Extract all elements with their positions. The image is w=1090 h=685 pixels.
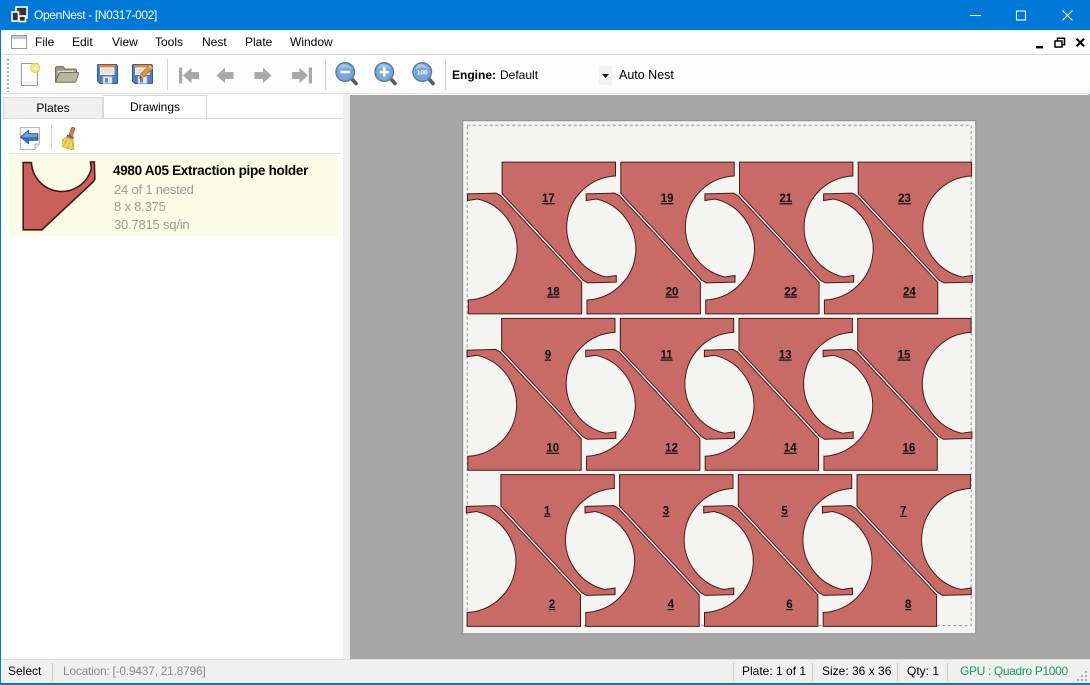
svg-text:3: 3 (662, 505, 668, 517)
svg-text:15: 15 (897, 349, 910, 361)
svg-text:7: 7 (900, 505, 906, 517)
svg-text:16: 16 (902, 442, 915, 454)
svg-text:6: 6 (786, 599, 792, 611)
svg-text:17: 17 (542, 193, 555, 205)
svg-text:22: 22 (784, 286, 797, 298)
svg-text:23: 23 (898, 193, 911, 205)
svg-text:14: 14 (783, 442, 796, 454)
svg-text:5: 5 (781, 505, 788, 517)
svg-text:24: 24 (903, 286, 916, 298)
svg-text:21: 21 (779, 193, 792, 205)
svg-text:9: 9 (544, 349, 550, 361)
svg-text:19: 19 (660, 193, 673, 205)
svg-text:1: 1 (543, 505, 550, 517)
svg-text:12: 12 (665, 442, 678, 454)
svg-text:18: 18 (546, 286, 559, 298)
svg-text:11: 11 (660, 349, 673, 361)
svg-text:13: 13 (778, 349, 791, 361)
svg-text:2: 2 (548, 599, 554, 611)
svg-text:8: 8 (904, 599, 911, 611)
svg-text:4: 4 (667, 599, 674, 611)
svg-text:10: 10 (546, 442, 559, 454)
svg-text:100: 100 (417, 70, 428, 77)
svg-text:20: 20 (665, 286, 678, 298)
